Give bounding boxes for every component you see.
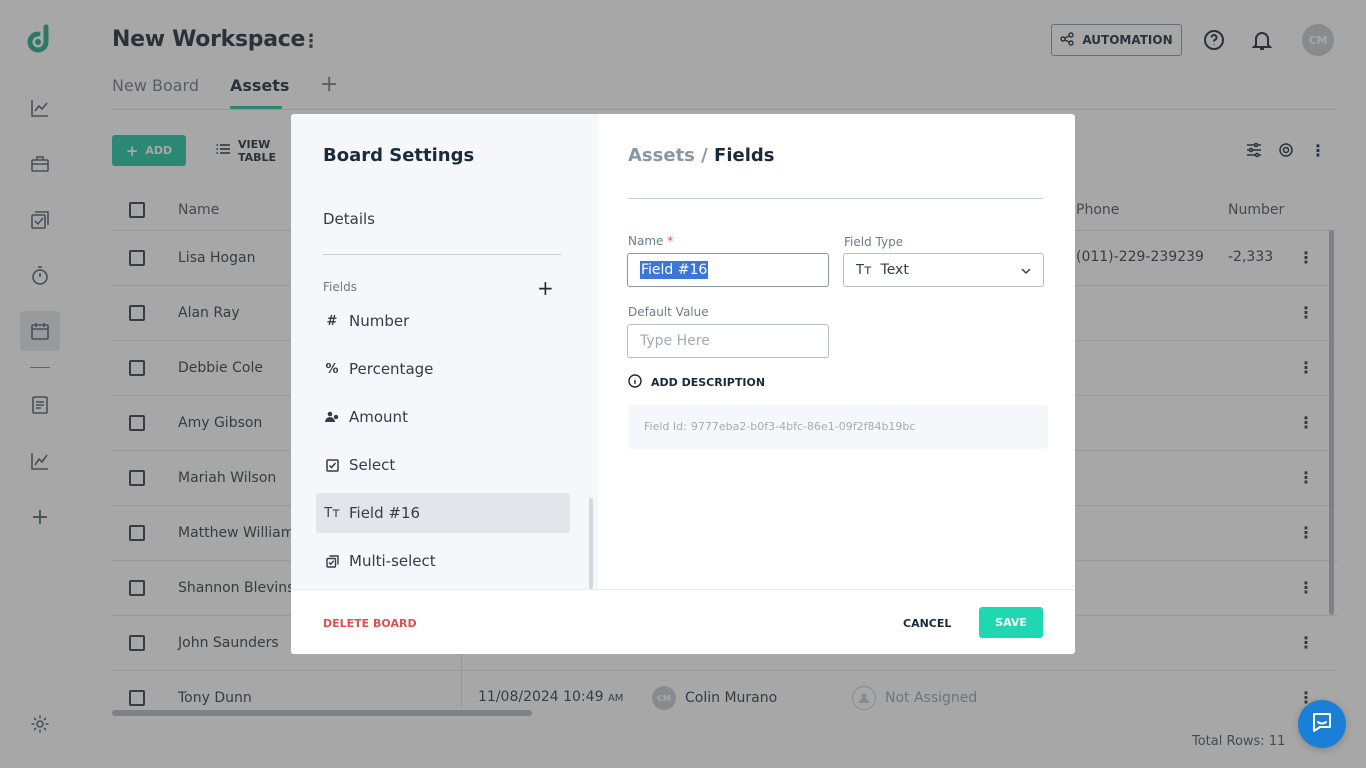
name-label: Name * bbox=[628, 234, 673, 248]
field-item-label: Percentage bbox=[349, 360, 434, 378]
text-type-icon: Tт bbox=[856, 262, 872, 278]
breadcrumb-parent[interactable]: Assets bbox=[628, 145, 695, 166]
field-item-label: Amount bbox=[349, 408, 408, 426]
settings-nav-details[interactable]: Details bbox=[323, 210, 375, 228]
fields-section-label: Fields bbox=[323, 280, 357, 294]
checkbox-icon bbox=[325, 458, 339, 472]
delete-board-button[interactable]: DELETE BOARD bbox=[323, 617, 417, 630]
sidebar-divider bbox=[323, 254, 561, 255]
required-marker: * bbox=[667, 234, 674, 248]
breadcrumb: Assets / Fields bbox=[628, 145, 774, 166]
content-divider bbox=[628, 198, 1043, 199]
add-field-icon[interactable]: + bbox=[537, 276, 554, 300]
sidebar-scrollbar[interactable] bbox=[589, 498, 593, 589]
field-type-select[interactable]: Tт Text bbox=[843, 253, 1044, 287]
chevron-down-icon bbox=[1021, 262, 1031, 278]
modal-title: Board Settings bbox=[323, 145, 475, 166]
field-item-label: Select bbox=[349, 456, 396, 474]
text-type-icon: Tт bbox=[324, 505, 340, 521]
field-type-label: Field Type bbox=[844, 235, 904, 249]
field-item-select[interactable]: Select bbox=[316, 445, 570, 485]
field-item-label: Field #16 bbox=[349, 504, 421, 522]
add-description-button[interactable]: ADD DESCRIPTION bbox=[628, 374, 765, 391]
field-item-percentage[interactable]: % Percentage bbox=[316, 349, 570, 389]
default-value-field[interactable] bbox=[627, 324, 829, 358]
field-id-box: Field Id: 9777eba2-b0f3-4bfc-86e1-09f2f8… bbox=[628, 405, 1048, 449]
name-label-text: Name bbox=[628, 234, 664, 248]
amount-icon bbox=[325, 411, 339, 423]
info-icon bbox=[628, 374, 642, 391]
percent-icon: % bbox=[325, 361, 339, 377]
field-item-field-16[interactable]: Tт Field #16 bbox=[316, 493, 570, 533]
field-item-number[interactable]: # Number bbox=[316, 301, 570, 341]
chat-support-button[interactable] bbox=[1298, 700, 1346, 748]
cancel-button[interactable]: CANCEL bbox=[903, 617, 951, 630]
field-item-multi-select[interactable]: Multi-select bbox=[316, 541, 570, 581]
field-name-input[interactable]: Field #16 bbox=[627, 253, 829, 287]
board-settings-modal: Board Settings Details Fields + # Number… bbox=[291, 114, 1075, 654]
settings-sidebar: Board Settings Details Fields + # Number… bbox=[291, 114, 598, 589]
default-value-label: Default Value bbox=[628, 305, 709, 319]
add-description-label: ADD DESCRIPTION bbox=[651, 376, 766, 389]
field-id-label: Field Id: bbox=[644, 420, 687, 433]
breadcrumb-separator: / bbox=[701, 145, 708, 166]
save-button[interactable]: SAVE bbox=[979, 607, 1043, 638]
chat-icon bbox=[1311, 711, 1333, 737]
field-name-value: Field #16 bbox=[640, 261, 709, 279]
field-item-amount[interactable]: Amount bbox=[316, 397, 570, 437]
field-type-value: Text bbox=[880, 262, 909, 278]
hash-icon: # bbox=[326, 313, 338, 329]
breadcrumb-current: Fields bbox=[714, 145, 775, 166]
field-id-value: 9777eba2-b0f3-4bfc-86e1-09f2f84b19bc bbox=[690, 420, 916, 433]
default-value-input[interactable] bbox=[640, 333, 816, 349]
field-item-label: Multi-select bbox=[349, 552, 436, 570]
field-item-label: Number bbox=[349, 312, 410, 330]
multi-select-icon bbox=[325, 554, 339, 568]
modal-footer: DELETE BOARD CANCEL SAVE bbox=[291, 589, 1075, 654]
